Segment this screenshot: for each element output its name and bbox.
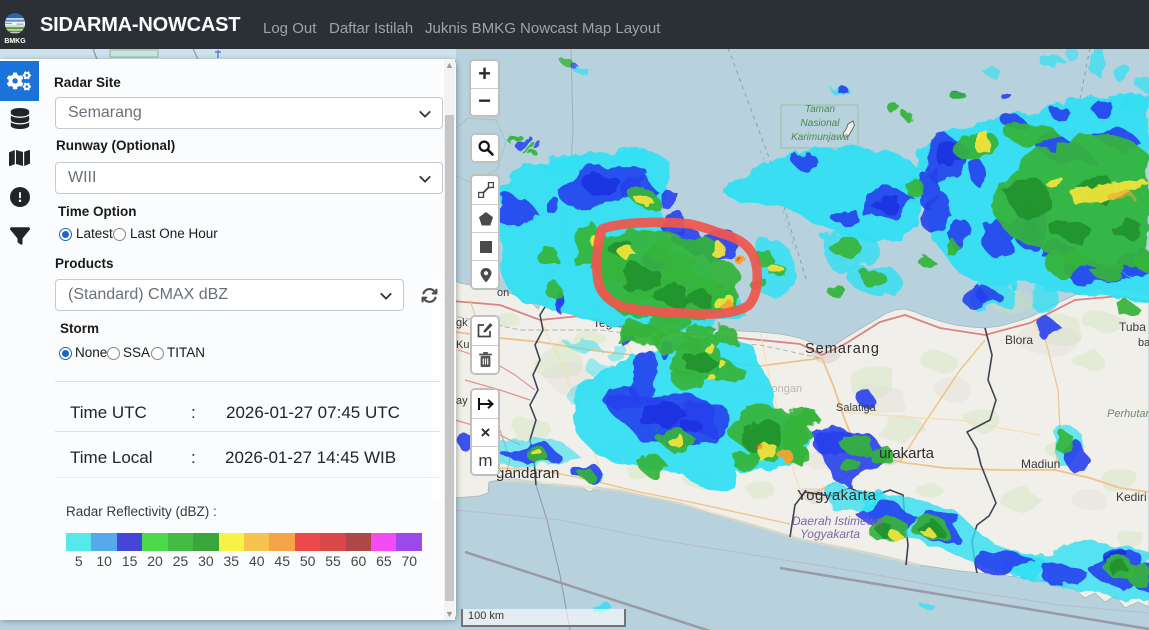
svg-text:Semarang: Semarang xyxy=(805,341,880,357)
svg-text:Madiun: Madiun xyxy=(1021,457,1060,471)
svg-text:gandaran: gandaran xyxy=(496,465,559,482)
svg-text:BMKG: BMKG xyxy=(4,38,25,45)
svg-text:gk: gk xyxy=(456,317,468,329)
svg-text:Salatiga: Salatiga xyxy=(836,402,877,414)
svg-text:Nasional: Nasional xyxy=(801,118,841,129)
svg-text:Ku: Ku xyxy=(456,339,469,351)
svg-text:Yogyakarta: Yogyakarta xyxy=(800,527,860,541)
svg-text:Tuba: Tuba xyxy=(1119,320,1146,334)
svg-text:ba: ba xyxy=(1138,337,1149,349)
svg-text:urakarta: urakarta xyxy=(879,445,935,462)
svg-text:Yogyakarta: Yogyakarta xyxy=(797,487,877,504)
svg-text:on: on xyxy=(497,287,509,299)
svg-text:Blora: Blora xyxy=(1005,333,1033,347)
svg-text:Taman: Taman xyxy=(805,104,836,115)
svg-text:Kediri: Kediri xyxy=(1116,490,1147,504)
svg-text:Karimunjawa: Karimunjawa xyxy=(791,132,849,143)
svg-text:Perhutani: Perhutani xyxy=(1107,408,1149,420)
svg-text:Daerah Istimewa: Daerah Istimewa xyxy=(792,514,882,528)
svg-text:ay: ay xyxy=(456,395,468,407)
